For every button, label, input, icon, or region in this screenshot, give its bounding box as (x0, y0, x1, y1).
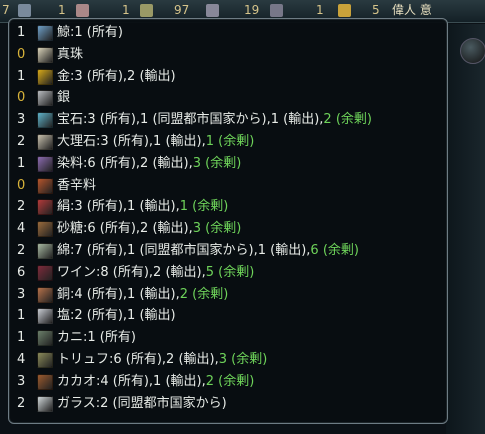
resource-row: 6 ワイン:8 (所有),2 (輸出), 5 (余剰) (17, 262, 447, 284)
resource-count: 1 (17, 25, 26, 40)
resource-text: カカオ:4 (所有),1 (輸出), (57, 373, 206, 389)
resource-text: 真珠 (57, 46, 84, 62)
resource-surplus: 3 (余剰) (218, 352, 268, 367)
glass-icon (37, 395, 53, 412)
resource-surplus: 3 (余剰) (192, 155, 242, 171)
resource-row: 3 カカオ:4 (所有),1 (輸出), 2 (余剰) (17, 371, 447, 393)
topbar-value: 97 (174, 3, 190, 17)
spices-icon (37, 177, 53, 194)
resource-text: トリュフ:6 (所有),2 (輸出), (57, 352, 219, 367)
resource-surplus: 2 (余剰) (179, 286, 229, 302)
resource-count: 3 (17, 286, 26, 302)
resource-text: 染料:6 (所有),2 (輸出), (57, 155, 193, 171)
whale-icon (37, 25, 53, 41)
resource-surplus: 2 (余剰) (205, 373, 255, 389)
resource-icon[interactable] (140, 4, 153, 17)
resource-text: 塩:2 (所有),1 (輸出) (57, 308, 176, 324)
resource-count: 0 (17, 177, 26, 193)
topbar-great-people[interactable]: 偉人 意 (392, 2, 432, 18)
resource-row: 0 真珠 (17, 44, 447, 66)
resource-row: 1 金:3 (所有),2 (輸出) (17, 66, 447, 88)
silk-icon (37, 199, 53, 216)
resource-row: 3 宝石:3 (所有),1 (同盟都市国家から),1 (輸出), 2 (余剰) (17, 109, 447, 131)
resource-icon[interactable] (270, 4, 283, 17)
resource-count: 3 (17, 373, 26, 389)
resource-row: 2 綿:7 (所有),1 (同盟都市国家から),1 (輸出), 6 (余剰) (17, 240, 447, 262)
resource-text: 砂糖:6 (所有),2 (輸出), (57, 221, 193, 237)
golden-age-icon[interactable] (338, 4, 351, 17)
resource-count: 0 (17, 46, 26, 62)
resource-row: 1 鯨:1 (所有) (17, 22, 447, 44)
resource-text: 宝石:3 (所有),1 (同盟都市国家から),1 (輸出), (57, 112, 324, 128)
resource-text: 大理石:3 (所有),1 (輸出), (57, 134, 206, 149)
dyes-icon (37, 155, 53, 172)
cocoa-icon (37, 373, 53, 390)
resource-row: 2 大理石:3 (所有),1 (輸出), 1 (余剰) (17, 131, 447, 153)
topbar-value: 1 (122, 3, 130, 17)
cotton-icon (37, 243, 53, 259)
resource-row: 3 銅:4 (所有),1 (輸出), 2 (余剰) (17, 284, 447, 306)
topbar-value: 1 (316, 3, 324, 17)
resource-text: ガラス:2 (同盟都市国家から) (57, 395, 227, 411)
resource-text: 綿:7 (所有),1 (同盟都市国家から),1 (輸出), (57, 243, 311, 258)
resource-count: 3 (17, 112, 26, 128)
crab-icon (37, 330, 53, 347)
minimap-button[interactable] (460, 38, 485, 64)
resource-row: 0銀 (17, 87, 447, 109)
resource-text: 絹:3 (所有),1 (輸出), (57, 199, 180, 215)
resource-count: 2 (17, 134, 26, 149)
gold-icon (37, 68, 53, 85)
silver-icon (37, 90, 53, 107)
resource-text: 銅:4 (所有),1 (輸出), (57, 286, 180, 302)
resource-surplus: 3 (余剰) (192, 221, 242, 237)
resource-count: 1 (17, 308, 26, 324)
resource-text: 銀 (57, 90, 71, 106)
resource-row: 4 トリュフ:6 (所有),2 (輸出), 3 (余剰) (17, 349, 447, 371)
resource-text: ワイン:8 (所有),2 (輸出), (57, 264, 206, 280)
topbar-value: 7 (2, 3, 10, 17)
copper-icon (37, 286, 53, 303)
resource-count: 4 (17, 221, 26, 237)
gems-icon (37, 112, 53, 129)
resource-row: 0 香辛料 (17, 175, 447, 197)
resource-icon[interactable] (206, 4, 219, 17)
resource-row: 4 砂糖:6 (所有),2 (輸出), 3 (余剰) (17, 218, 447, 240)
resource-surplus: 1 (余剰) (179, 199, 229, 215)
resource-row: 2 絹:3 (所有),1 (輸出), 1 (余剰) (17, 196, 447, 218)
resource-text: カニ:1 (所有) (57, 330, 136, 346)
resource-count: 1 (17, 68, 26, 84)
topbar-value: 19 (244, 3, 260, 17)
truffles-icon (37, 352, 53, 368)
resource-text: 鯨:1 (所有) (57, 25, 123, 40)
topbar-value: 1 (58, 3, 66, 17)
resource-row: 1 染料:6 (所有),2 (輸出), 3 (余剰) (17, 153, 447, 175)
topbar-value: 5 (372, 3, 380, 17)
resource-icon[interactable] (18, 4, 31, 17)
resource-count: 2 (17, 199, 26, 215)
marble-icon (37, 134, 53, 150)
salt-icon (37, 308, 53, 325)
resource-count: 1 (17, 330, 26, 346)
wine-icon (37, 264, 53, 281)
resource-text: 金:3 (所有),2 (輸出) (57, 68, 176, 84)
resource-icon[interactable] (76, 4, 89, 17)
side-panel-frame (446, 24, 485, 434)
resource-count: 2 (17, 243, 26, 258)
resource-count: 1 (17, 155, 26, 171)
resource-surplus: 5 (余剰) (205, 264, 255, 280)
sugar-icon (37, 221, 53, 238)
resource-row: 2 ガラス:2 (同盟都市国家から) (17, 393, 447, 415)
resource-text: 香辛料 (57, 177, 97, 193)
resource-count: 2 (17, 395, 26, 411)
resource-count: 4 (17, 352, 26, 367)
resource-surplus: 2 (余剰) (323, 112, 372, 128)
luxury-resources-tooltip: 1 鯨:1 (所有) 0 真珠 1 金:3 (所有),2 (輸出) 0 銀 3 宝石:3 (所有)… (8, 18, 448, 424)
resource-count: 0 (17, 90, 26, 106)
resource-row: 1 塩:2 (所有),1 (輸出) (17, 305, 447, 327)
resource-surplus: 6 (余剰) (310, 243, 359, 258)
pearl-icon (37, 46, 53, 63)
resource-surplus: 1 (余剰) (205, 134, 255, 149)
resource-count: 6 (17, 264, 26, 280)
resource-row: 1 カニ:1 (所有) (17, 327, 447, 349)
